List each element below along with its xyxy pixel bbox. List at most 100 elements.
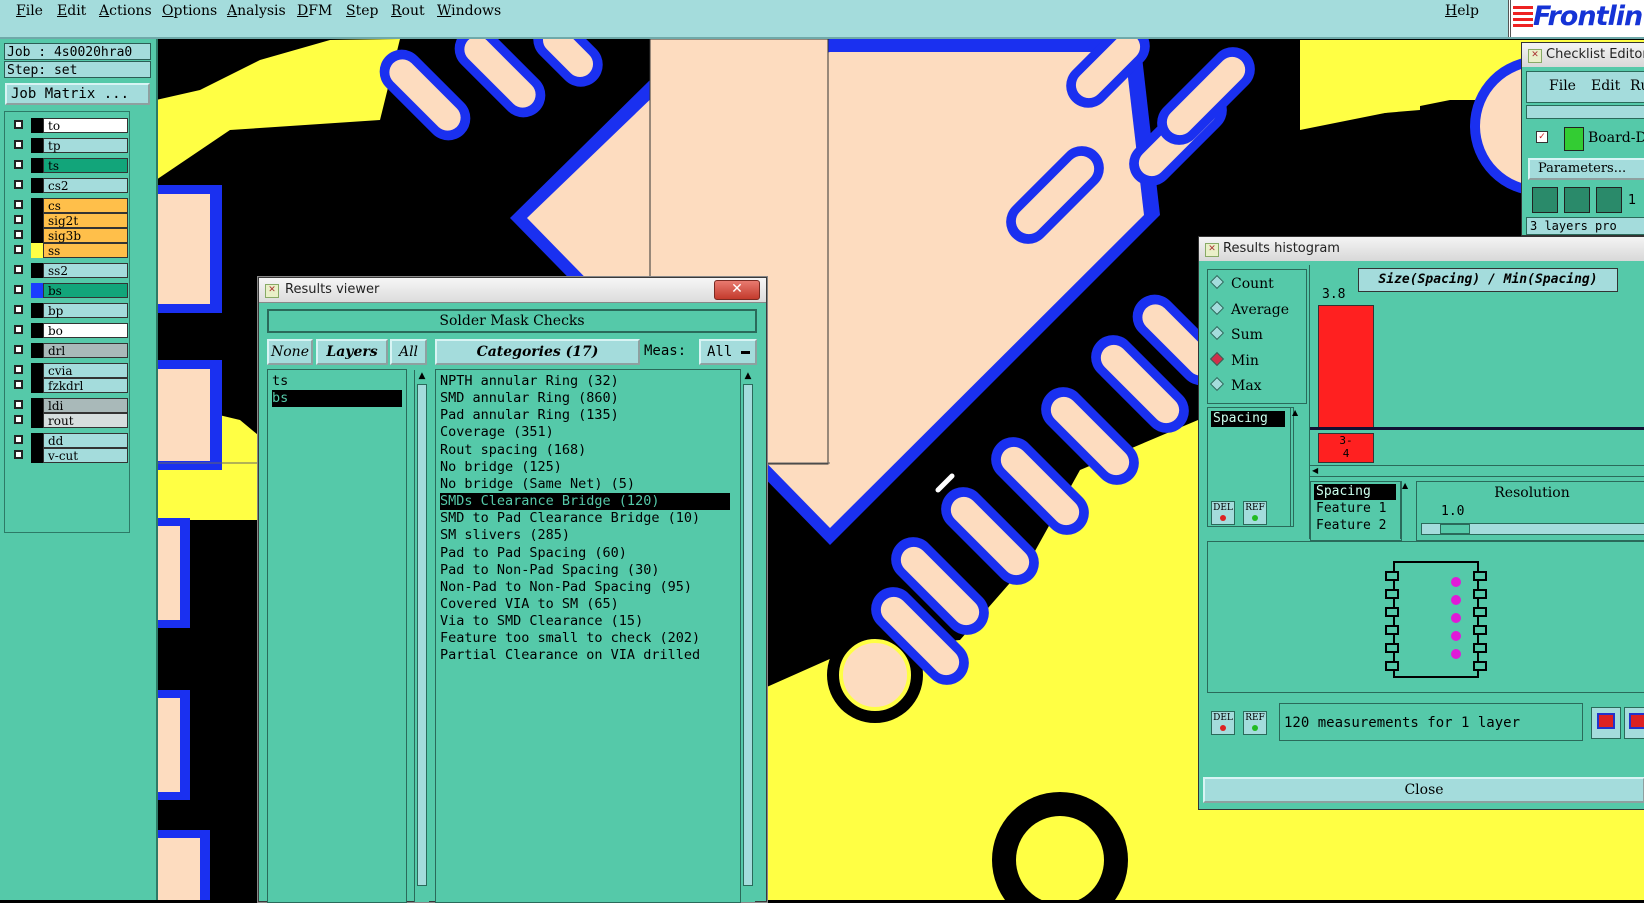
category-item[interactable]: No bridge (Same Net) (5) [440, 476, 730, 493]
radio-max[interactable]: Max [1209, 374, 1262, 398]
category-item[interactable]: SMD annular Ring (860) [440, 390, 730, 407]
checklist-editor-titlebar[interactable]: ✕ Checklist Editor [1522, 43, 1644, 67]
layer-name[interactable]: rout [43, 413, 128, 428]
layer-checkbox[interactable] [14, 160, 23, 169]
layer-color-swatch[interactable] [31, 118, 43, 133]
histogram-bar[interactable] [1318, 305, 1374, 429]
layer-name[interactable]: cs [43, 198, 128, 213]
run-icon[interactable] [1596, 187, 1622, 213]
resolution-item[interactable]: Feature 1 [1314, 501, 1396, 517]
layer-checkbox[interactable] [14, 435, 23, 444]
layer-name[interactable]: ss [43, 243, 128, 258]
layer-row-v-cut[interactable]: v-cut [9, 448, 128, 463]
horizontal-scrollbar[interactable]: ◀ [1310, 465, 1644, 477]
layer-color-swatch[interactable] [31, 323, 43, 338]
radio-indicator-icon[interactable] [1209, 300, 1225, 315]
measurement-item[interactable]: Spacing [1211, 411, 1285, 427]
layer-name[interactable]: fzkdrl [43, 378, 128, 393]
layer-color-swatch[interactable] [31, 398, 43, 413]
checklist-menu-file[interactable]: File [1549, 78, 1576, 94]
category-list-scrollbar[interactable]: ▲ [740, 370, 755, 902]
layer-name[interactable]: bp [43, 303, 128, 318]
layer-color-swatch[interactable] [31, 158, 43, 173]
scroll-thumb[interactable] [417, 384, 427, 886]
radio-indicator-icon[interactable] [1209, 325, 1225, 341]
layer-checkbox[interactable] [14, 245, 23, 254]
layer-name[interactable]: drl [43, 343, 128, 358]
layer-row-ts[interactable]: ts [9, 158, 128, 173]
layer-color-swatch[interactable] [31, 243, 43, 258]
layer-color-swatch[interactable] [31, 378, 43, 393]
ref-button[interactable]: REF [1243, 501, 1267, 525]
layer-name[interactable]: ldi [43, 398, 128, 413]
histogram-titlebar[interactable]: ✕ Results histogram [1199, 237, 1644, 261]
layer-checkbox[interactable] [14, 400, 23, 409]
layer-name[interactable]: to [43, 118, 128, 133]
resolution-slider[interactable] [1421, 523, 1644, 535]
checklist-item-label[interactable]: Board-D [1588, 130, 1644, 146]
radio-indicator-icon[interactable] [1209, 351, 1225, 366]
layer-row-ss[interactable]: ss [9, 243, 128, 258]
layer-name[interactable]: bs [43, 283, 128, 298]
scroll-up-icon[interactable]: ▲ [415, 370, 429, 382]
resolution-item[interactable]: Spacing [1314, 484, 1396, 500]
zoom-icon[interactable] [1591, 707, 1621, 739]
layer-color-swatch[interactable] [31, 343, 43, 358]
layer-row-bs[interactable]: bs [9, 283, 128, 298]
category-item[interactable]: Partial Clearance on VIA drilled [440, 647, 730, 664]
menu-step[interactable]: Step [346, 3, 378, 19]
layer-row-dd[interactable]: dd [9, 433, 128, 448]
results-layer-item[interactable]: ts [272, 373, 402, 390]
resolution-list-scrollbar[interactable]: ▲ [1400, 481, 1413, 539]
layer-checkbox[interactable] [14, 215, 23, 224]
none-button[interactable]: None [267, 339, 313, 365]
layer-row-sig3b[interactable]: sig3b [9, 228, 128, 243]
layer-color-swatch[interactable] [31, 303, 43, 318]
layer-color-swatch[interactable] [31, 363, 43, 378]
slider-thumb[interactable] [1440, 524, 1470, 534]
radio-indicator-icon[interactable] [1209, 274, 1225, 290]
radio-average[interactable]: Average [1209, 298, 1289, 322]
category-item[interactable]: NPTH annular Ring (32) [440, 373, 730, 390]
layer-name[interactable]: sig3b [43, 228, 128, 243]
menu-windows[interactable]: Windows [437, 3, 501, 19]
layer-name[interactable]: bo [43, 323, 128, 338]
layer-list-scrollbar[interactable]: ▲ [414, 370, 429, 902]
menu-rout[interactable]: Rout [391, 3, 425, 19]
menu-edit[interactable]: Edit [57, 3, 86, 19]
layer-row-to[interactable]: to [9, 118, 128, 133]
checklist-item-checkbox[interactable]: ✓ [1536, 131, 1548, 143]
layer-checkbox[interactable] [14, 180, 23, 189]
fit-icon[interactable] [1624, 707, 1644, 739]
layer-color-swatch[interactable] [31, 413, 43, 428]
ref-button[interactable]: REF [1243, 711, 1267, 735]
layer-checkbox[interactable] [14, 345, 23, 354]
layer-color-swatch[interactable] [31, 283, 43, 298]
layer-row-ldi[interactable]: ldi [9, 398, 128, 413]
measurement-list-scrollbar[interactable]: ▲ [1290, 408, 1303, 526]
scroll-up-icon[interactable]: ▲ [741, 370, 755, 382]
layer-color-swatch[interactable] [31, 263, 43, 278]
layer-name[interactable]: sig2t [43, 213, 128, 228]
category-item[interactable]: No bridge (125) [440, 459, 730, 476]
scroll-left-icon[interactable]: ◀ [1312, 466, 1318, 476]
category-item[interactable]: Coverage (351) [440, 424, 730, 441]
job-matrix-button[interactable]: Job Matrix ... [5, 83, 150, 105]
layer-name[interactable]: ts [43, 158, 128, 173]
layer-checkbox[interactable] [14, 140, 23, 149]
layer-checkbox[interactable] [14, 120, 23, 129]
menu-file[interactable]: File [16, 3, 43, 19]
layer-row-cvia[interactable]: cvia [9, 363, 128, 378]
menu-help[interactable]: Help [1445, 3, 1479, 19]
menu-actions[interactable]: Actions [99, 3, 152, 19]
checklist-menu-edit[interactable]: Edit [1591, 78, 1620, 94]
results-viewer-titlebar[interactable]: ✕ Results viewer ✕ [259, 278, 766, 303]
layer-color-swatch[interactable] [31, 178, 43, 193]
category-item[interactable]: Pad annular Ring (135) [440, 407, 730, 424]
layer-row-bp[interactable]: bp [9, 303, 128, 318]
layer-row-fzkdrl[interactable]: fzkdrl [9, 378, 128, 393]
layer-checkbox[interactable] [14, 200, 23, 209]
layer-checkbox[interactable] [14, 230, 23, 239]
category-item[interactable]: SMDs Clearance Bridge (120) [440, 493, 730, 511]
results-layer-item[interactable]: bs [272, 390, 402, 407]
